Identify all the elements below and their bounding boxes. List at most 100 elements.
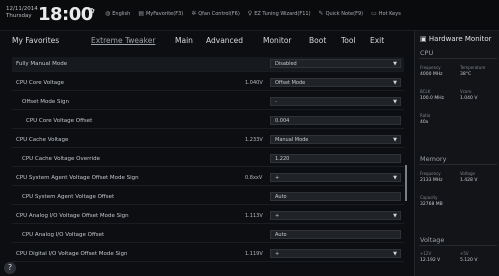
cpu-section-title: CPU [420, 49, 434, 57]
setting-dropdown[interactable]: + ▼ [270, 211, 401, 220]
help-icon[interactable]: ? [4, 262, 16, 274]
setting-label: CPU System Agent Voltage Offset Mode Sig… [16, 175, 139, 181]
vcore-value: 1.040 V [460, 96, 478, 101]
setting-label: CPU Core Voltage [16, 80, 65, 86]
voltage-readout: 0.8xxV [245, 175, 263, 181]
v5-label: +5V [460, 251, 469, 256]
tab-main[interactable]: Main [175, 36, 193, 45]
toolbar-item-globe[interactable]: ◍ English [105, 10, 130, 17]
setting-input[interactable]: Auto [270, 192, 401, 201]
toolbar-item-keyboard[interactable]: ▭ Hot Keys [371, 10, 401, 17]
setting-input[interactable]: Auto [270, 230, 401, 239]
setting-row: CPU Core Voltage Offset 0.004 [12, 114, 404, 129]
voltage-readout: 1.119V [245, 251, 263, 257]
setting-row: CPU Cache Voltage Override 1.220 [12, 152, 404, 167]
scrollbar[interactable] [405, 165, 407, 201]
toolbar-item-bulb[interactable]: ♀ EZ Tuning Wizard(F11) [248, 10, 311, 17]
setting-row: Fully Manual Mode Disabled ▼ [12, 57, 404, 72]
setting-label: CPU Analog I/O Voltage Offset [22, 232, 105, 238]
setting-row: CPU Analog I/O Voltage Offset Mode Sign 1… [12, 209, 404, 224]
tab-exit[interactable]: Exit [370, 36, 384, 45]
fan-icon: ✲ [191, 10, 197, 17]
mem-volt-label: Voltage [460, 171, 476, 176]
mem-volt-value: 1.428 V [460, 178, 478, 183]
mem-freq-label: Frequency [420, 171, 441, 176]
chevron-down-icon: ▼ [393, 61, 397, 67]
date-display: 12/11/2014 Thursday [6, 6, 38, 20]
setting-value: - [275, 99, 277, 105]
setting-value: Auto [275, 194, 287, 200]
bclk-label: BCLK [420, 89, 431, 94]
setting-input[interactable]: 1.220 [270, 154, 401, 163]
setting-row: CPU System Agent Voltage Offset Mode Sig… [12, 171, 404, 186]
day-text: Thursday [6, 13, 32, 19]
tab-tool[interactable]: Tool [341, 36, 356, 45]
setting-input[interactable]: 0.004 [270, 116, 401, 125]
toolbar-item-label: Qfan Control(F6) [198, 10, 240, 17]
setting-row: CPU Digital I/O Voltage Offset Mode Sign… [12, 247, 404, 262]
date-text: 12/11/2014 [6, 6, 38, 12]
globe-icon: ◍ [105, 10, 111, 17]
setting-row: CPU Core Voltage 1.040V Offset Mode ▼ [12, 76, 404, 91]
setting-dropdown[interactable]: + ▼ [270, 249, 401, 258]
settings-list: Fully Manual Mode Disabled ▼ CPU Core Volta… [12, 57, 404, 271]
chevron-down-icon: ▼ [393, 251, 397, 257]
ratio-value: 40x [420, 120, 429, 125]
setting-dropdown[interactable]: Disabled ▼ [270, 59, 401, 68]
tab-boot[interactable]: Boot [309, 36, 326, 45]
setting-row: CPU System Agent Voltage Offset Auto [12, 190, 404, 205]
toolbar-item-label: English [112, 10, 131, 17]
cpu-freq-label: Frequency [420, 65, 441, 70]
chevron-down-icon: ▼ [393, 137, 397, 143]
setting-row: Offset Mode Sign - ▼ [12, 95, 404, 110]
tab-monitor[interactable]: Monitor [263, 36, 292, 45]
tab-extreme-tweaker[interactable]: Extreme Tweaker [91, 36, 155, 45]
keyboard-icon: ▭ [371, 10, 377, 17]
setting-value: Auto [275, 232, 287, 238]
ratio-label: Ratio [420, 113, 431, 118]
setting-label: CPU Cache Voltage Override [22, 156, 100, 162]
voltage-section-title: Voltage [420, 236, 445, 244]
setting-label: Offset Mode Sign [22, 99, 70, 105]
toolbar-item-note[interactable]: ✎ Quick Note(F9) [319, 10, 364, 17]
divider [419, 164, 497, 165]
setting-label: CPU System Agent Voltage Offset [22, 194, 115, 200]
gear-icon[interactable]: ✿ [89, 7, 95, 15]
v12-label: +12V [420, 251, 432, 256]
clock: 18:00 [38, 4, 93, 25]
setting-label: CPU Cache Voltage [16, 137, 69, 143]
toolbar-item-star-list[interactable]: ▤ MyFavorite(F3) [138, 10, 183, 17]
chevron-down-icon: ▼ [393, 80, 397, 86]
setting-value: 0.004 [275, 118, 290, 124]
tab-advanced[interactable]: Advanced [206, 36, 243, 45]
setting-label: Fully Manual Mode [16, 61, 68, 67]
mem-cap-value: 32768 MB [420, 202, 443, 207]
bulb-icon: ♀ [247, 10, 253, 17]
voltage-readout: 1.233V [245, 137, 263, 143]
setting-value: Offset Mode [275, 80, 306, 86]
setting-dropdown[interactable]: + ▼ [270, 173, 401, 182]
main-nav: My Favorites Extreme Tweaker Main Advanced M… [0, 31, 410, 51]
divider [419, 245, 497, 246]
divider [419, 58, 497, 59]
tab-my-favorites[interactable]: My Favorites [12, 36, 59, 45]
top-bar: 12/11/2014 Thursday 18:00 ✿ ◍ English ▤ MyF… [0, 0, 499, 31]
toolbar-item-label: MyFavorite(F3) [145, 10, 184, 17]
setting-row: CPU Analog I/O Voltage Offset Auto [12, 228, 404, 243]
chevron-down-icon: ▼ [393, 213, 397, 219]
toolbar-item-label: EZ Tuning Wizard(F11) [254, 10, 311, 17]
cpu-temp-label: Temperature [460, 65, 486, 70]
toolbar-item-fan[interactable]: ✲ Qfan Control(F6) [191, 10, 240, 17]
vcore-label: Vcore [460, 89, 472, 94]
mem-freq-value: 2133 MHz [420, 178, 443, 183]
setting-dropdown[interactable]: Offset Mode ▼ [270, 78, 401, 87]
setting-label: CPU Core Voltage Offset [26, 118, 93, 124]
toolbar: ◍ English ▤ MyFavorite(F3) ✲ Qfan Control(F6)… [105, 10, 401, 17]
memory-section-title: Memory [420, 155, 447, 163]
monitor-icon: ▣ [420, 35, 427, 43]
note-icon: ✎ [318, 10, 324, 17]
hardware-monitor-panel: ▣ Hardware Monitor CPU Frequency Tempera… [414, 31, 499, 276]
setting-dropdown[interactable]: - ▼ [270, 97, 401, 106]
cpu-temp-value: 38°C [460, 72, 472, 77]
setting-dropdown[interactable]: Manual Mode ▼ [270, 135, 401, 144]
